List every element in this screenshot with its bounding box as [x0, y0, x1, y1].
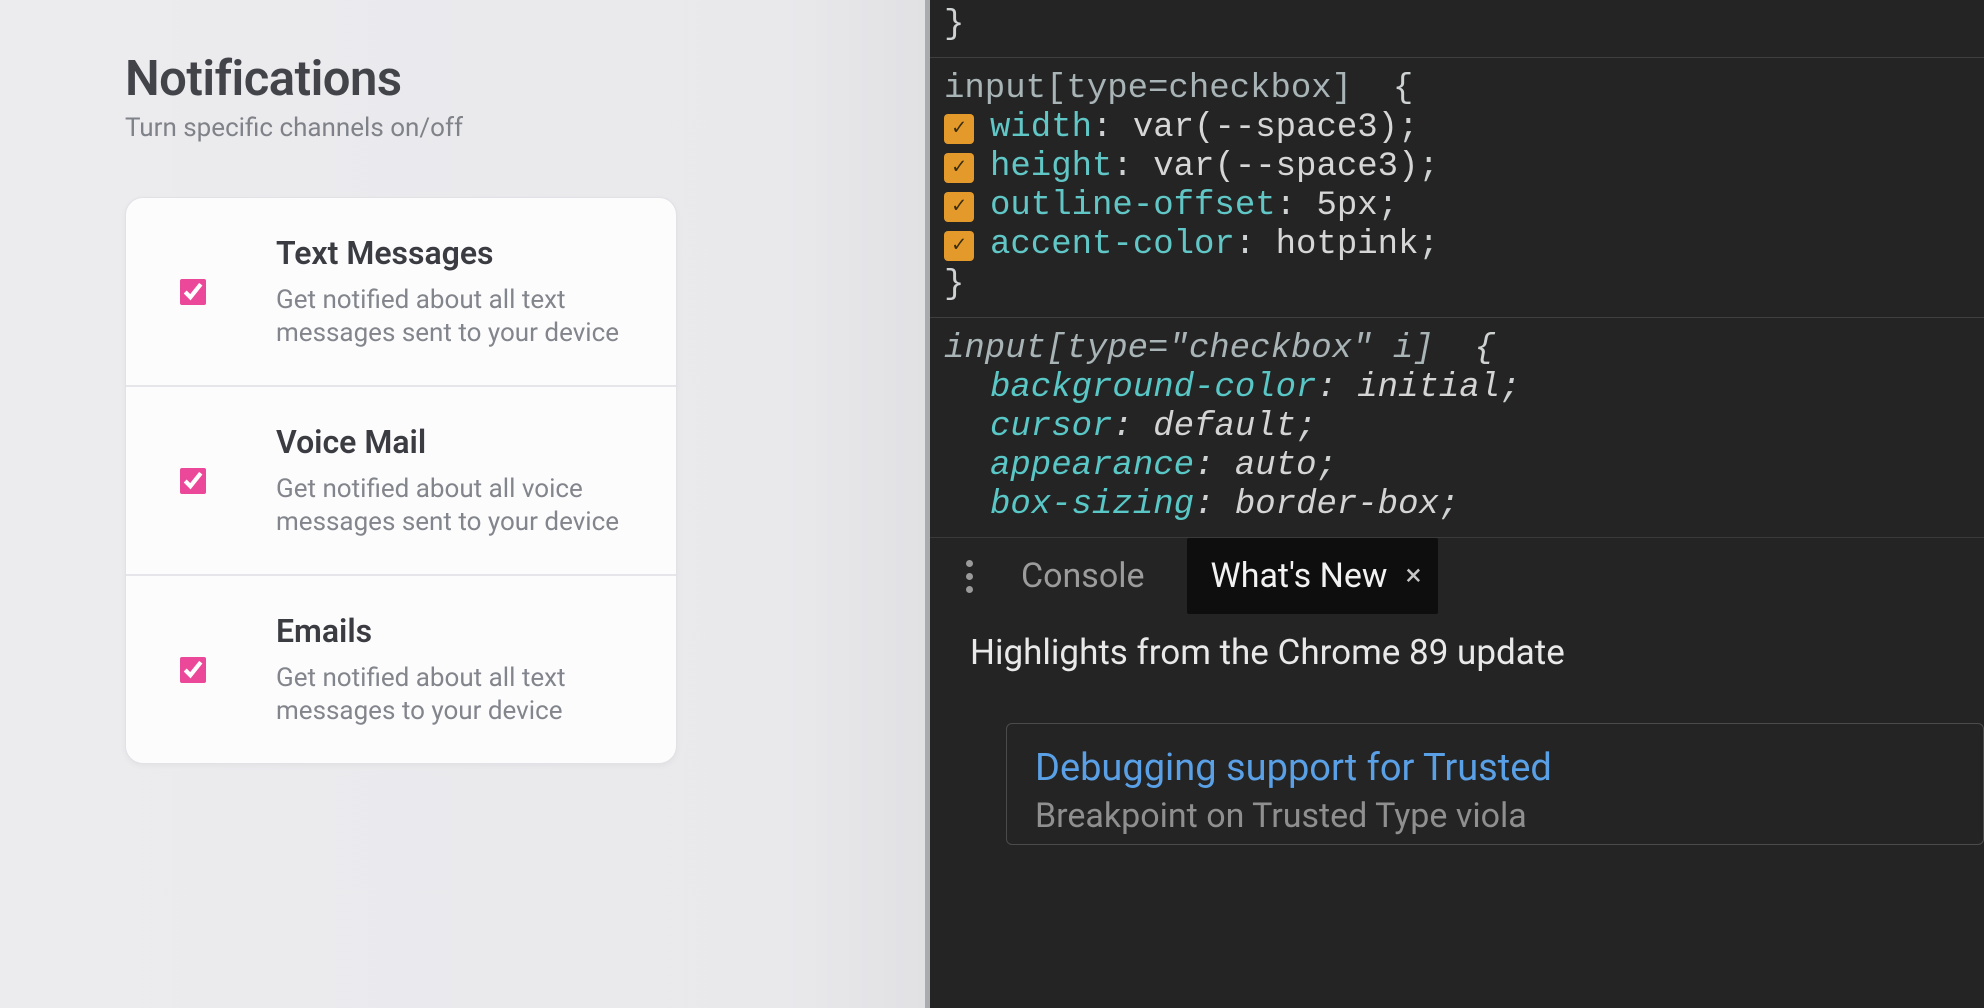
notification-text: Text Messages Get notified about all tex… [276, 234, 646, 349]
article-excerpt: Breakpoint on Trusted Type viola [1035, 796, 1955, 836]
css-prop: cursor [990, 408, 1112, 447]
rule-separator [930, 317, 1984, 318]
notification-title: Text Messages [276, 234, 636, 272]
styles-pane[interactable]: } input[type=checkbox] { ✓ width: var(--… [930, 0, 1984, 537]
css-prop: box-sizing [990, 486, 1194, 525]
css-rule-user-agent: input[type="checkbox" i] { background-co… [944, 330, 1984, 525]
more-icon[interactable] [960, 560, 979, 593]
checkbox-voice-mail[interactable] [180, 468, 206, 494]
toggle-declaration-icon[interactable]: ✓ [944, 114, 974, 144]
css-val: auto [1235, 447, 1317, 486]
whats-new-article[interactable]: Debugging support for Trusted Breakpoint… [1006, 723, 1984, 845]
css-declaration: background-color: initial; [944, 369, 1984, 408]
notification-row-emails[interactable]: Emails Get notified about all text messa… [126, 574, 676, 763]
toggle-declaration-icon[interactable]: ✓ [944, 231, 974, 261]
css-val[interactable]: hotpink [1276, 226, 1419, 265]
notification-desc: Get notified about all voice messages se… [276, 473, 636, 538]
css-prop[interactable]: width [990, 109, 1092, 148]
notifications-card: Text Messages Get notified about all tex… [125, 197, 677, 764]
toggle-declaration-icon[interactable]: ✓ [944, 192, 974, 222]
brace-open: { [1475, 330, 1495, 368]
css-declaration[interactable]: ✓ accent-color: hotpink; [944, 226, 1984, 265]
checkbox-text-messages[interactable] [180, 279, 206, 305]
css-rule-user[interactable]: input[type=checkbox] { ✓ width: var(--sp… [944, 70, 1984, 305]
css-declaration: box-sizing: border-box; [944, 486, 1984, 525]
notification-row-text-messages[interactable]: Text Messages Get notified about all tex… [126, 198, 676, 385]
notification-text: Voice Mail Get notified about all voice … [276, 423, 646, 538]
css-selector: input[type="checkbox" i] [944, 330, 1434, 368]
whats-new-headline: Highlights from the Chrome 89 update [970, 632, 1984, 673]
brace-close: } [944, 266, 964, 304]
rule-separator [930, 57, 1984, 58]
drawer-tabbar: Console What's New × [930, 538, 1984, 614]
css-prop[interactable]: outline-offset [990, 187, 1276, 226]
notification-desc: Get notified about all text messages to … [276, 662, 636, 727]
brace-open [1372, 70, 1392, 108]
notification-title: Voice Mail [276, 423, 636, 461]
checkbox-emails[interactable] [180, 657, 206, 683]
css-prop: appearance [990, 447, 1194, 486]
notification-row-voice-mail[interactable]: Voice Mail Get notified about all voice … [126, 385, 676, 574]
tab-whats-new[interactable]: What's New × [1187, 538, 1438, 614]
tab-console[interactable]: Console [1011, 542, 1155, 610]
page-preview: Notifications Turn specific channels on/… [0, 0, 930, 1008]
css-declaration: cursor: default; [944, 408, 1984, 447]
css-declaration[interactable]: ✓ height: var(--space3); [944, 148, 1984, 187]
css-prop[interactable]: height [990, 148, 1112, 187]
css-val[interactable]: var(--space3) [1133, 109, 1398, 148]
css-val: border-box [1235, 486, 1439, 525]
brace-close: } [944, 6, 964, 44]
css-val: initial [1357, 369, 1500, 408]
close-icon[interactable]: × [1406, 561, 1422, 591]
css-declaration: appearance: auto; [944, 447, 1984, 486]
tab-label: What's New [1211, 556, 1388, 596]
css-val: default [1153, 408, 1296, 447]
css-val[interactable]: var(--space3) [1153, 148, 1418, 187]
css-declaration[interactable]: ✓ outline-offset: 5px; [944, 187, 1984, 226]
article-link[interactable]: Debugging support for Trusted [1035, 746, 1955, 790]
devtools-panel: } input[type=checkbox] { ✓ width: var(--… [930, 0, 1984, 1008]
page-subtitle: Turn specific channels on/off [125, 113, 800, 143]
toggle-declaration-icon[interactable]: ✓ [944, 153, 974, 183]
devtools-drawer: Console What's New × Highlights from the… [930, 537, 1984, 1008]
css-declaration[interactable]: ✓ width: var(--space3); [944, 109, 1984, 148]
notification-desc: Get notified about all text messages sen… [276, 284, 636, 349]
css-prop: background-color [990, 369, 1316, 408]
css-prop[interactable]: accent-color [990, 226, 1235, 265]
css-selector[interactable]: input[type=checkbox] [944, 70, 1352, 108]
page-title: Notifications [125, 50, 800, 107]
notification-title: Emails [276, 612, 636, 650]
css-val[interactable]: 5px [1316, 187, 1377, 226]
drawer-body: Highlights from the Chrome 89 update Deb… [930, 614, 1984, 845]
notification-text: Emails Get notified about all text messa… [276, 612, 646, 727]
